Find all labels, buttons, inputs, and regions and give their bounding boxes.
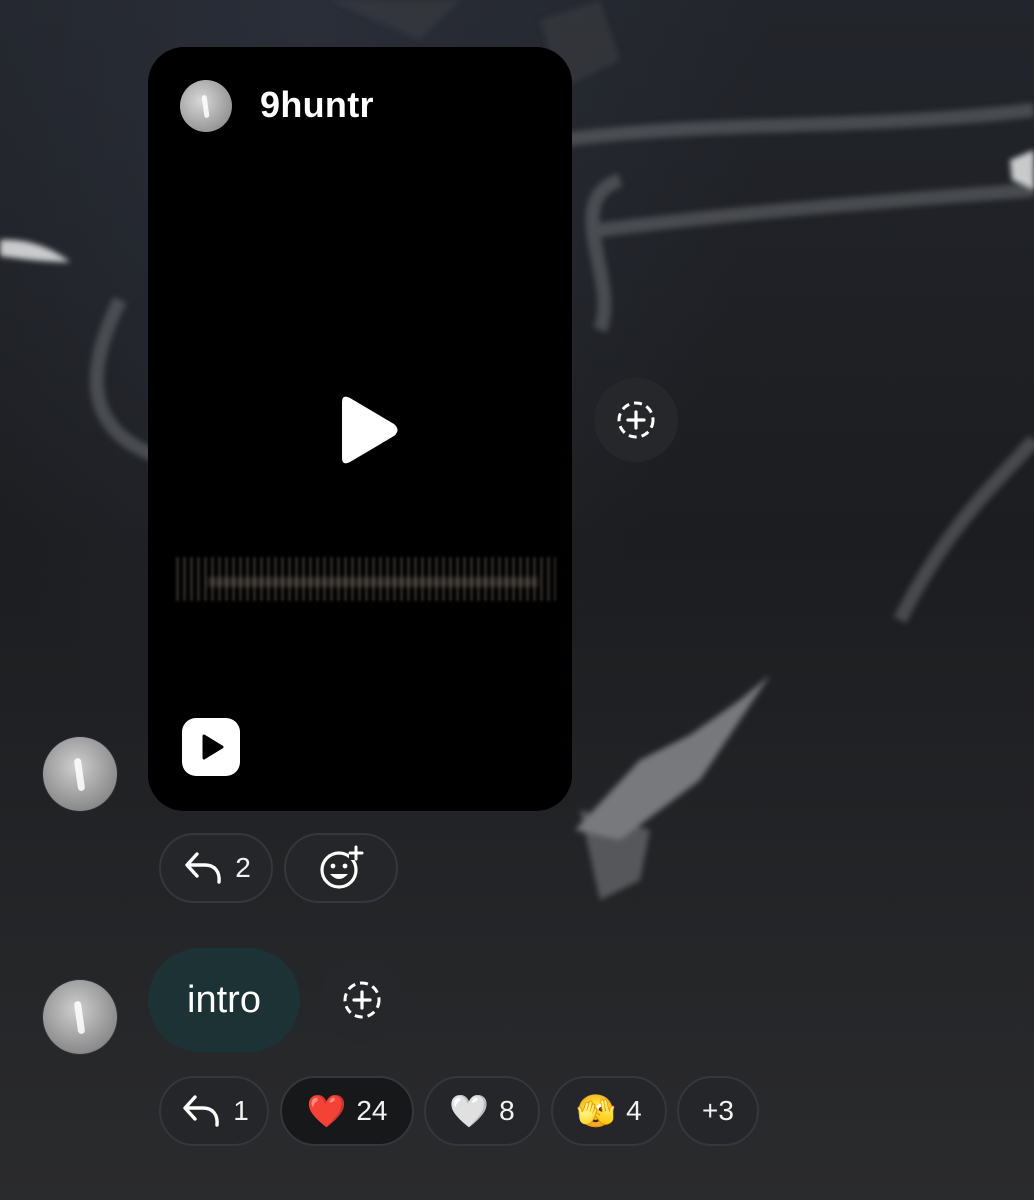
add-story-dashed-plus-icon — [617, 401, 655, 439]
add-reaction-button[interactable] — [594, 378, 678, 462]
reply-count-button[interactable]: 1 — [159, 1076, 269, 1146]
add-story-dashed-plus-icon — [343, 981, 381, 1019]
reaction-white-heart[interactable]: 🤍 8 — [424, 1076, 540, 1146]
add-reaction-button[interactable] — [320, 958, 404, 1042]
white-heart-emoji: 🤍 — [449, 1093, 490, 1129]
reply-count: 1 — [233, 1095, 249, 1126]
add-emoji-icon — [320, 845, 364, 889]
video-frame-highlight — [208, 577, 538, 587]
reaction-red-heart[interactable]: ❤️ 24 — [280, 1076, 414, 1146]
reply-arrow-icon — [183, 1095, 219, 1127]
reels-icon — [182, 718, 240, 776]
shared-video-post[interactable]: 9huntr — [148, 47, 572, 811]
play-icon[interactable] — [328, 392, 404, 468]
red-heart-emoji: ❤️ — [306, 1093, 347, 1129]
post-author-avatar[interactable] — [180, 80, 232, 132]
message-bubble[interactable]: intro — [148, 948, 300, 1052]
reply-arrow-icon — [185, 852, 221, 884]
reply-count-button[interactable]: 2 — [159, 833, 273, 903]
sender-avatar[interactable] — [43, 980, 117, 1054]
more-reactions-count: +3 — [702, 1095, 734, 1126]
message-text: intro — [187, 978, 261, 1021]
peeking-face-emoji: 🫣 — [576, 1093, 617, 1129]
more-reactions-button[interactable]: +3 — [677, 1076, 759, 1146]
post-author-username[interactable]: 9huntr — [260, 83, 374, 127]
reaction-count: 4 — [626, 1095, 642, 1126]
reaction-peeking-face[interactable]: 🫣 4 — [551, 1076, 667, 1146]
reaction-count: 8 — [499, 1095, 515, 1126]
reaction-count: 24 — [356, 1095, 388, 1126]
reply-count: 2 — [235, 852, 251, 883]
add-emoji-reaction-button[interactable] — [284, 833, 398, 903]
sender-avatar[interactable] — [43, 737, 117, 811]
